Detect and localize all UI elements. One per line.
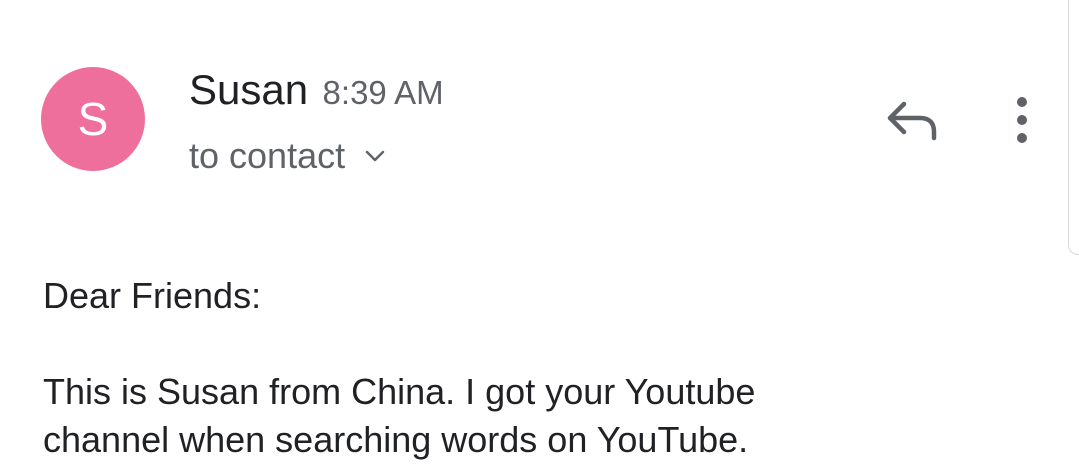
message-line: channel when searching words on YouTube. [43,419,749,460]
sender-name: Susan [189,66,309,113]
more-vert-icon [1002,97,1042,156]
recipient-details-toggle[interactable]: to contact [189,135,387,177]
more-options-button[interactable] [1002,92,1042,152]
avatar-initial: S [77,93,109,145]
scroll-indicator [1068,0,1079,255]
message-time: 8:39 AM [322,74,444,111]
reply-button[interactable] [882,96,942,148]
message-paragraph: This is Susan from China. I got your You… [43,368,755,464]
sender-line: Susan 8:39 AM [189,66,444,114]
chevron-down-icon [363,144,387,168]
message-line: This is Susan from China. I got your You… [43,371,756,412]
reply-icon [882,101,942,152]
recipient-label: to contact [189,135,346,176]
message-greeting: Dear Friends: [43,275,262,316]
avatar[interactable]: S [41,67,145,171]
